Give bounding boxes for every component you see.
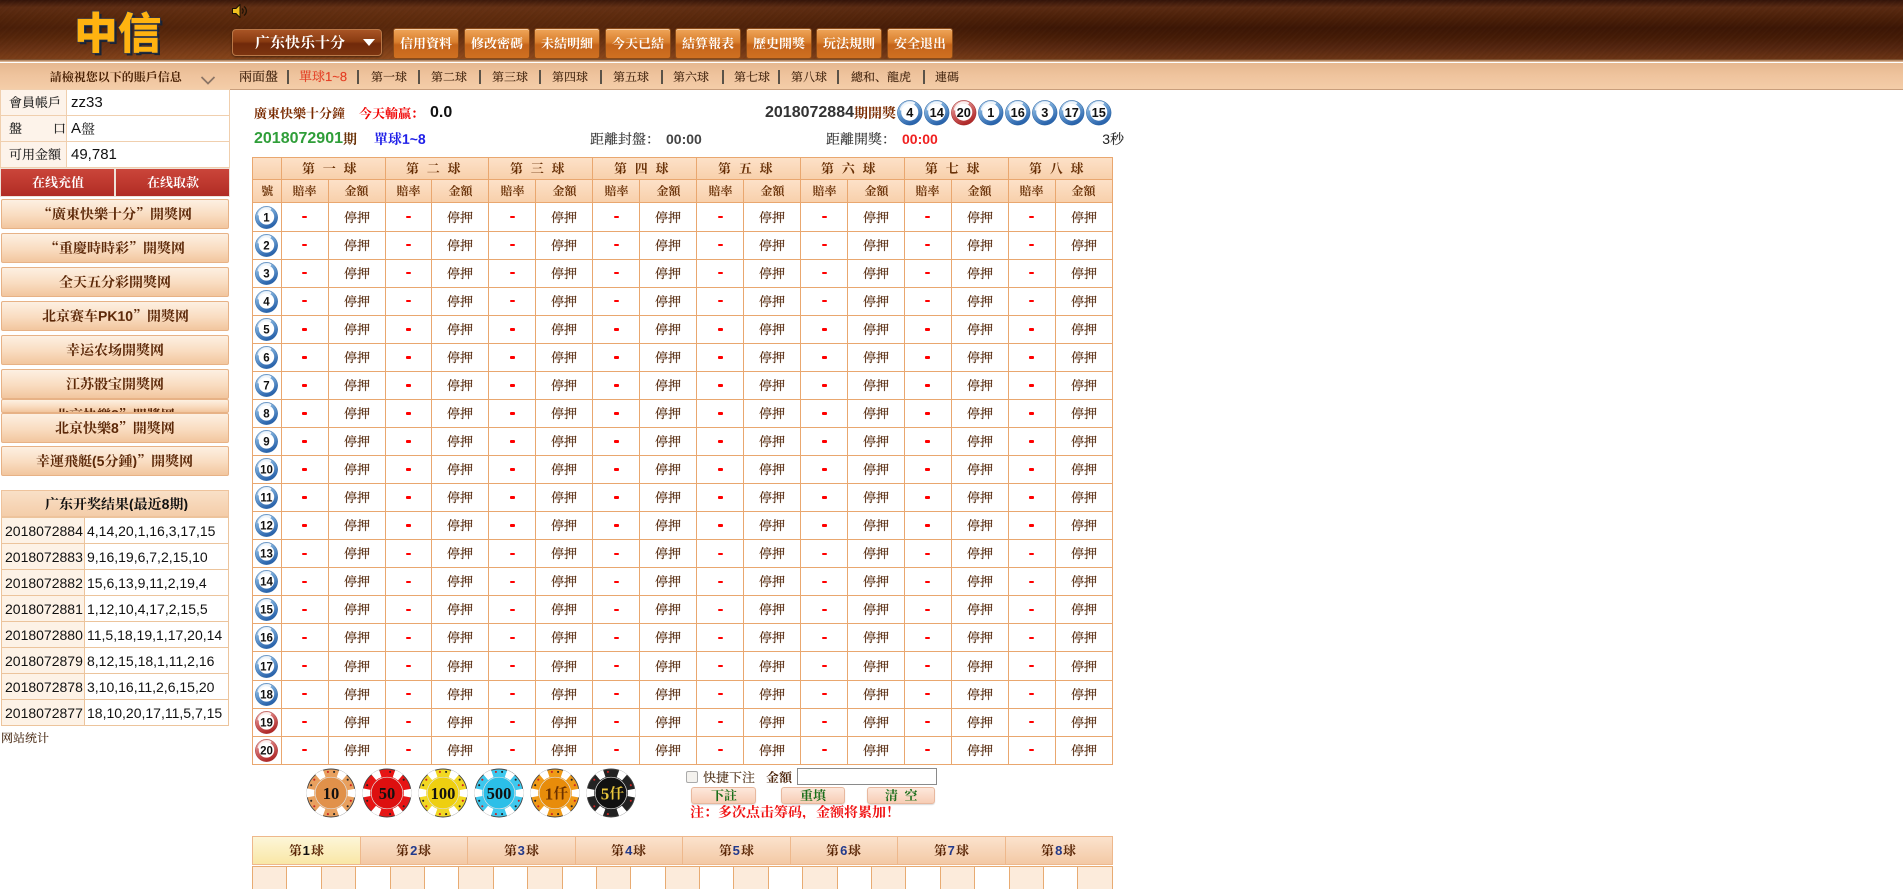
svg-text:3: 3 (1041, 105, 1048, 120)
svg-text:13: 13 (260, 549, 273, 561)
svg-text:17: 17 (1065, 105, 1079, 120)
svg-text:5: 5 (601, 785, 610, 804)
svg-text:16: 16 (260, 633, 273, 645)
svg-text:8: 8 (264, 408, 271, 420)
svg-text:3: 3 (264, 268, 270, 280)
svg-text:19: 19 (260, 717, 273, 729)
svg-text:17: 17 (260, 661, 273, 673)
svg-text:20: 20 (957, 105, 971, 120)
svg-text:10: 10 (260, 464, 273, 476)
svg-text:20: 20 (260, 745, 273, 757)
svg-text:9: 9 (264, 436, 270, 448)
svg-text:50: 50 (379, 784, 396, 803)
svg-text:14: 14 (260, 577, 273, 589)
svg-text:1: 1 (264, 212, 271, 224)
svg-text:10: 10 (323, 784, 340, 803)
svg-text:2: 2 (264, 240, 270, 252)
svg-text:7: 7 (264, 380, 270, 392)
svg-text:14: 14 (930, 105, 945, 120)
svg-text:5: 5 (264, 324, 271, 336)
svg-text:16: 16 (1011, 105, 1025, 120)
svg-text:500: 500 (487, 784, 512, 803)
svg-text:15: 15 (1092, 105, 1106, 120)
svg-text:4: 4 (906, 105, 914, 120)
svg-text:18: 18 (260, 689, 273, 701)
svg-text:6: 6 (264, 352, 270, 364)
svg-text:1: 1 (987, 105, 994, 120)
svg-text:1: 1 (545, 785, 554, 804)
svg-text:100: 100 (431, 784, 456, 803)
svg-text:12: 12 (260, 521, 273, 533)
svg-text:11: 11 (261, 493, 274, 505)
svg-text:4: 4 (264, 296, 271, 308)
svg-text:15: 15 (260, 605, 273, 617)
